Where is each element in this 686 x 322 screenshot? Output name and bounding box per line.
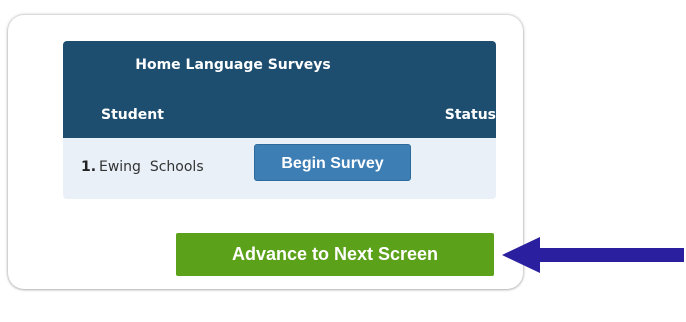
table-title: Home Language Surveys (135, 57, 331, 73)
row-number: 1. (81, 159, 97, 175)
home-language-surveys-table: Home Language Surveys Student Status 1. … (63, 41, 496, 199)
column-header-status: Status (444, 107, 496, 123)
table-row: 1. Ewing Schools Begin Survey (63, 138, 496, 199)
column-header-student: Student (101, 107, 164, 123)
advance-to-next-screen-button[interactable]: Advance to Next Screen (176, 233, 494, 276)
student-name: Ewing Schools (99, 159, 204, 175)
begin-survey-button[interactable]: Begin Survey (254, 144, 411, 181)
table-header: Home Language Surveys Student Status (63, 41, 496, 138)
left-arrow-icon (502, 237, 684, 273)
